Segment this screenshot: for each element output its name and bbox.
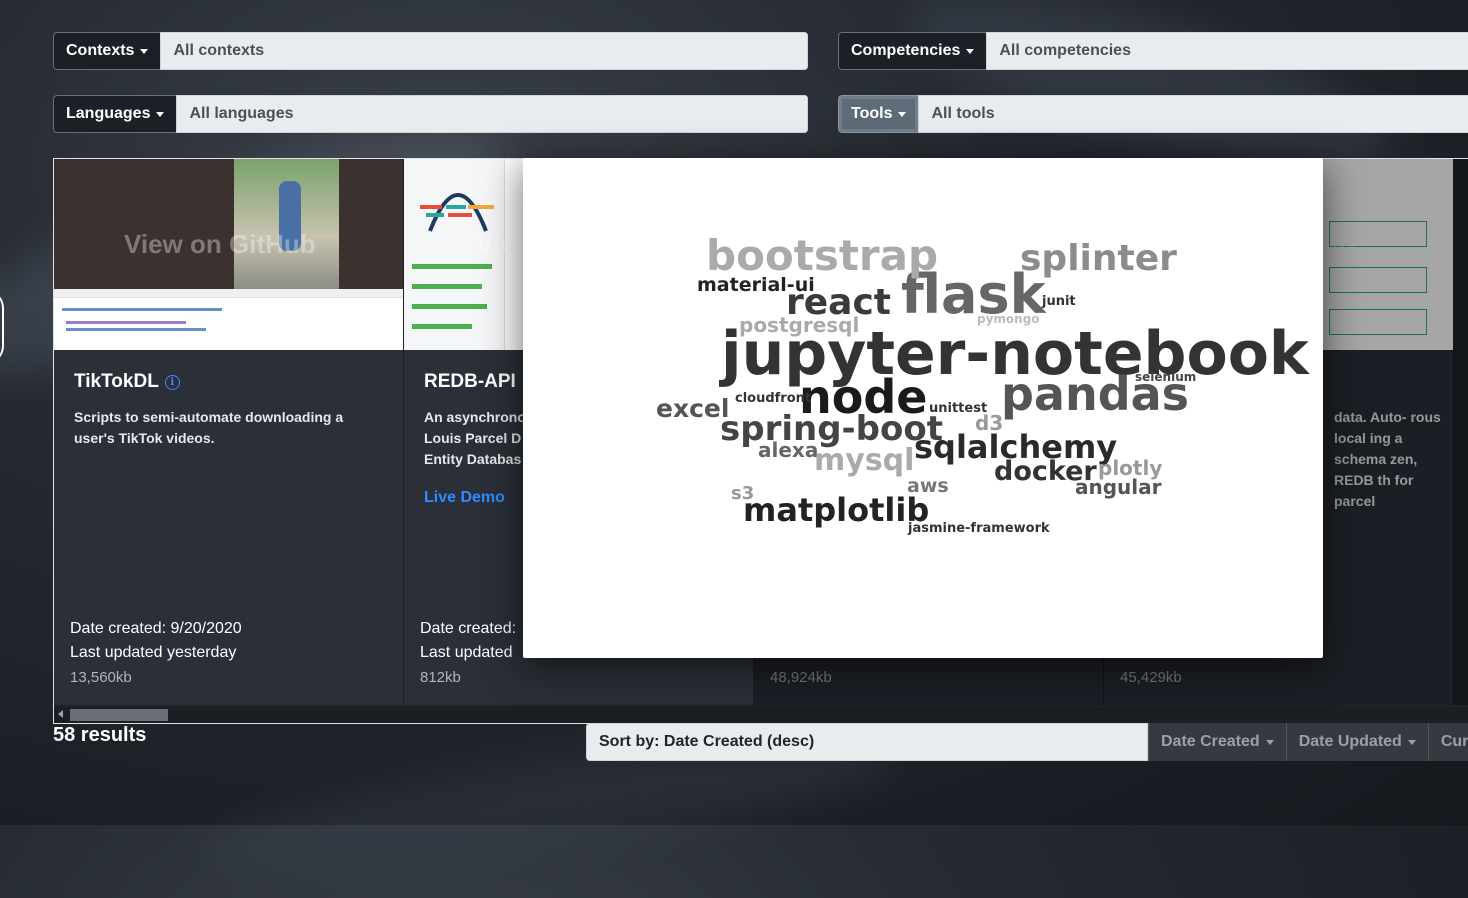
scroll-left-icon[interactable] xyxy=(58,710,63,718)
caret-down-icon xyxy=(140,48,149,54)
scrollbar-thumb[interactable] xyxy=(70,709,168,721)
competencies-filter: Competencies All competencies xyxy=(838,32,1468,70)
repo-size: 13,560kb xyxy=(70,669,132,686)
thumbnail-devtools xyxy=(54,289,403,350)
wordcloud-word-splinter: splinter xyxy=(1020,238,1177,279)
thumbnail-list-line xyxy=(412,284,482,289)
sort-option-label: Cur xyxy=(1440,733,1468,750)
wordcloud-word-alexa: alexa xyxy=(758,438,818,462)
results-count: 58 results xyxy=(53,724,147,746)
last-updated: Last updated yesterday xyxy=(70,644,237,661)
wordcloud-word-mysql: mysql xyxy=(814,443,914,478)
caret-down-icon xyxy=(1407,739,1416,745)
sort-date-updated-button[interactable]: Date Updated xyxy=(1285,723,1428,761)
view-on-github-overlay[interactable]: View on GitHub xyxy=(124,229,316,260)
contexts-filter: Contexts All contexts xyxy=(53,32,808,70)
sort-date-created-button[interactable]: Date Created xyxy=(1148,723,1286,761)
sort-more-button[interactable]: Cur xyxy=(1427,723,1468,761)
thumbnail-list-line xyxy=(412,324,472,329)
wordcloud-word-excel: excel xyxy=(656,394,729,423)
contexts-value-field[interactable]: All contexts xyxy=(160,32,808,70)
competencies-value-field[interactable]: All competencies xyxy=(986,32,1468,70)
wordcloud-word-pymongo: pymongo xyxy=(977,312,1040,326)
project-description: An asynchrono Louis Parcel D Entity Data… xyxy=(424,409,526,467)
languages-value-field[interactable]: All languages xyxy=(176,95,808,133)
tools-wordcloud-popup: jupyter-notebook flask bootstrap splinter re… xyxy=(523,158,1323,658)
wordcloud-word-bootstrap: bootstrap xyxy=(706,231,938,280)
caret-down-icon xyxy=(156,111,165,117)
caret-down-icon xyxy=(1265,739,1274,745)
sort-option-label: Date Created xyxy=(1161,733,1260,750)
competencies-dropdown-label: Competencies xyxy=(851,42,961,59)
languages-filter: Languages All languages xyxy=(53,95,808,133)
languages-dropdown-button[interactable]: Languages xyxy=(53,95,177,133)
wordcloud-word-junit: junit xyxy=(1041,294,1076,309)
wordcloud-word-jasmine-framework: jasmine-framework xyxy=(907,521,1050,536)
thumbnail-video-bg-right xyxy=(339,159,403,289)
tools-dropdown-label: Tools xyxy=(851,105,893,122)
date-created: Date created: 9/20/2020 xyxy=(70,620,242,637)
wordcloud-word-matplotlib: matplotlib xyxy=(743,491,929,529)
project-card-tiktokdl[interactable]: View on GitHub TikTokDL i Scripts to semi… xyxy=(54,159,404,705)
info-icon[interactable]: i xyxy=(164,375,180,390)
horizontal-scrollbar[interactable] xyxy=(54,707,1468,723)
project-title[interactable]: REDB-API xyxy=(424,371,516,393)
wordcloud-word-material-ui: material-ui xyxy=(697,274,815,296)
date-created: Date created: xyxy=(420,620,517,637)
wordcloud-word-angular: angular xyxy=(1075,475,1162,499)
wordcloud-word-selenium: selenium xyxy=(1135,370,1196,384)
languages-dropdown-label: Languages xyxy=(66,105,151,122)
wordcloud: jupyter-notebookflaskbootstrap splinterre… xyxy=(656,231,1311,536)
sort-bar: Sort by: Date Created (desc) Date Create… xyxy=(586,723,1468,761)
tools-dropdown-button[interactable]: Tools xyxy=(838,95,919,133)
thumbnail-list-line xyxy=(412,304,487,309)
contexts-dropdown-button[interactable]: Contexts xyxy=(53,32,161,70)
thumbnail-video-bg xyxy=(54,159,234,289)
tools-value-field[interactable]: All tools xyxy=(918,95,1468,133)
project-title[interactable]: TikTokDL i xyxy=(74,371,180,393)
live-demo-link[interactable]: Live Demo xyxy=(424,489,505,507)
caret-down-icon xyxy=(966,48,975,54)
sort-label: Sort by: Date Created (desc) xyxy=(586,723,1148,761)
repo-size: 812kb xyxy=(420,669,461,686)
caret-down-icon xyxy=(898,111,907,117)
last-updated: Last updated xyxy=(420,644,513,661)
project-thumbnail[interactable]: View on GitHub xyxy=(54,159,403,350)
competencies-dropdown-button[interactable]: Competencies xyxy=(838,32,987,70)
wordcloud-word-cloudfront: cloudfront xyxy=(735,391,811,406)
tools-filter: Tools All tools xyxy=(838,95,1468,133)
project-title-text: TikTokDL xyxy=(74,371,159,392)
thumbnail-list-line xyxy=(412,264,492,269)
sort-option-label: Date Updated xyxy=(1298,733,1402,750)
project-description: Scripts to semi-automate downloading a u… xyxy=(74,409,344,446)
contexts-dropdown-label: Contexts xyxy=(66,42,135,59)
wordcloud-word-postgresql: postgresql xyxy=(739,313,859,337)
